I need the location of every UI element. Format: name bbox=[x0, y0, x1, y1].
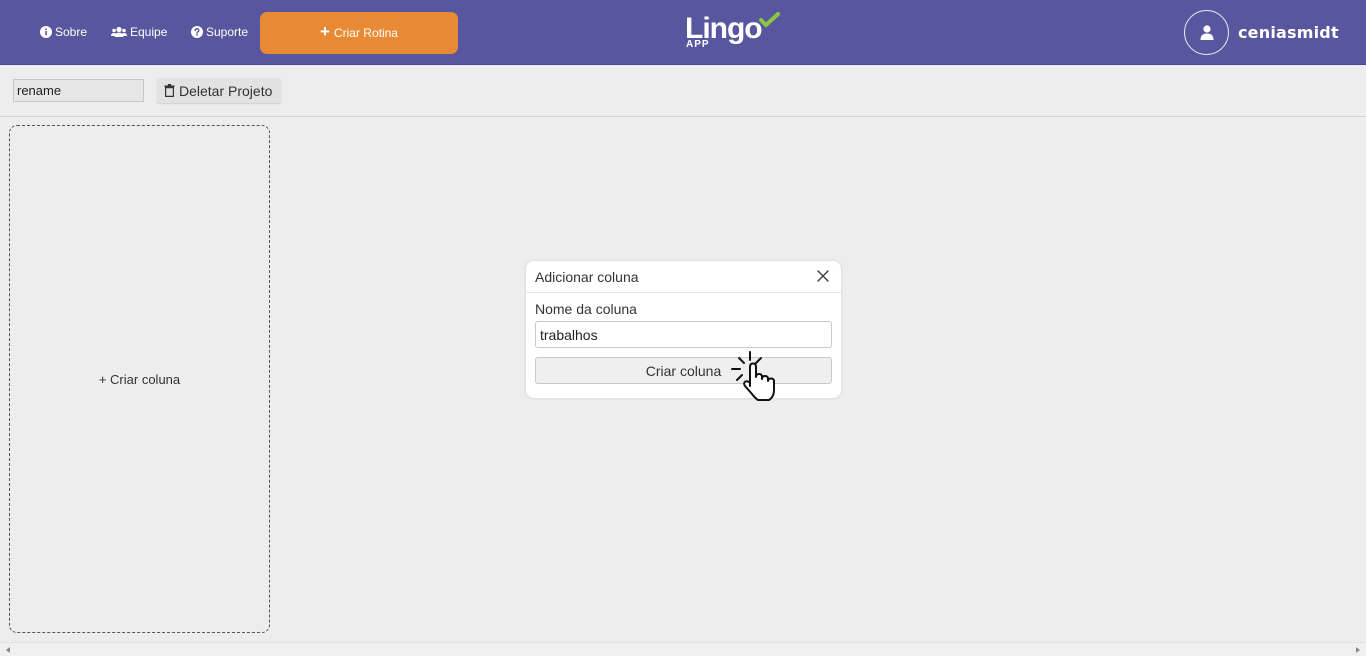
add-column-label: + Criar coluna bbox=[98, 371, 181, 387]
scroll-right-arrow-icon[interactable] bbox=[1354, 646, 1362, 654]
question-circle-icon bbox=[191, 26, 203, 38]
nav-link-label: Sobre bbox=[55, 25, 88, 39]
scroll-left-arrow-icon[interactable] bbox=[4, 646, 12, 654]
project-toolbar: Deletar Projeto bbox=[0, 65, 1366, 117]
delete-project-label: Deletar Projeto bbox=[179, 82, 273, 99]
criar-coluna-label: Criar coluna bbox=[645, 362, 722, 379]
plus-icon: + bbox=[320, 22, 330, 41]
add-column-dropzone[interactable]: + Criar coluna bbox=[9, 125, 270, 633]
close-icon[interactable] bbox=[815, 268, 831, 284]
horizontal-scrollbar[interactable] bbox=[0, 642, 1366, 656]
user-icon bbox=[1200, 25, 1213, 40]
modal-title: Adicionar coluna bbox=[535, 269, 639, 285]
top-navbar: Sobre Equipe Suporte + Criar Rotina Ling… bbox=[0, 0, 1366, 65]
logo-subtext: APP bbox=[686, 39, 710, 50]
nav-link-suporte[interactable]: Suporte bbox=[191, 24, 248, 40]
nav-link-label: Equipe bbox=[130, 25, 168, 39]
delete-project-button[interactable]: Deletar Projeto bbox=[157, 78, 281, 103]
info-circle-icon bbox=[40, 26, 52, 38]
criar-rotina-label: Criar Rotina bbox=[333, 26, 398, 40]
nav-link-label: Suporte bbox=[206, 25, 249, 39]
column-name-label: Nome da coluna bbox=[535, 301, 637, 317]
username[interactable]: ceniasmidt bbox=[1238, 23, 1339, 42]
avatar[interactable] bbox=[1184, 10, 1229, 55]
criar-rotina-button[interactable]: + Criar Rotina bbox=[260, 12, 458, 54]
add-column-modal: Adicionar coluna Nome da coluna Criar co… bbox=[526, 261, 841, 398]
nav-link-equipe[interactable]: Equipe bbox=[111, 24, 167, 40]
nav-link-sobre[interactable]: Sobre bbox=[40, 24, 87, 40]
check-icon bbox=[759, 12, 780, 27]
modal-header: Adicionar coluna bbox=[526, 261, 841, 293]
users-icon bbox=[111, 26, 127, 37]
column-name-input[interactable] bbox=[535, 321, 832, 348]
criar-coluna-button[interactable]: Criar coluna bbox=[535, 357, 832, 384]
project-name-input[interactable] bbox=[13, 79, 144, 102]
trash-icon bbox=[164, 84, 175, 97]
logo-wordmark: Lingo APP bbox=[685, 12, 763, 50]
lingo-app-logo[interactable]: Lingo APP bbox=[683, 10, 783, 52]
